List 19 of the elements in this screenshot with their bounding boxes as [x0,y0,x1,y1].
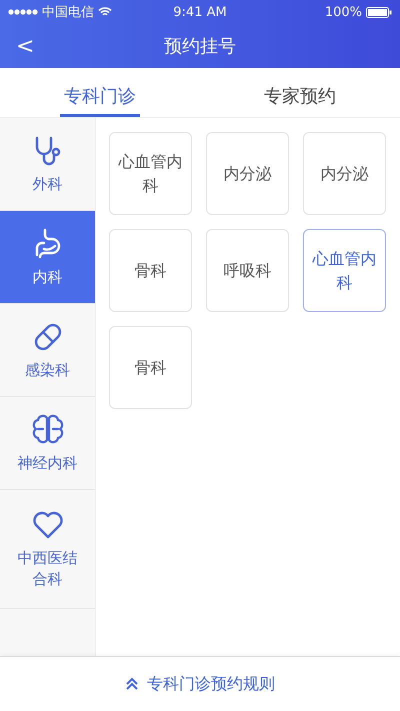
department-button[interactable]: 内分泌 [303,132,386,215]
chevron-up-icon [125,677,139,691]
battery-percent: 100% [324,4,362,20]
rules-link[interactable]: 专科门诊预约规则 [147,674,275,694]
battery-icon [366,6,392,18]
page-title: 预约挂号 [164,36,236,57]
department-button[interactable]: 骨科 [109,326,192,409]
carrier-name: 中国电信 [42,4,94,21]
signal-icon [8,9,38,15]
department-button[interactable]: 心血管内科 [109,132,192,215]
clock-time: 9:41 AM [173,4,227,20]
department-button[interactable]: 骨科 [109,229,192,312]
back-button[interactable]: < [12,34,38,58]
sidebar-item[interactable]: 内科 [0,211,95,304]
wifi-icon [98,7,112,17]
department-button[interactable]: 心血管内科 [303,229,386,312]
tab[interactable]: 专家预约 [260,68,340,117]
department-button[interactable]: 内分泌 [206,132,289,215]
department-button[interactable]: 呼吸科 [206,229,289,312]
